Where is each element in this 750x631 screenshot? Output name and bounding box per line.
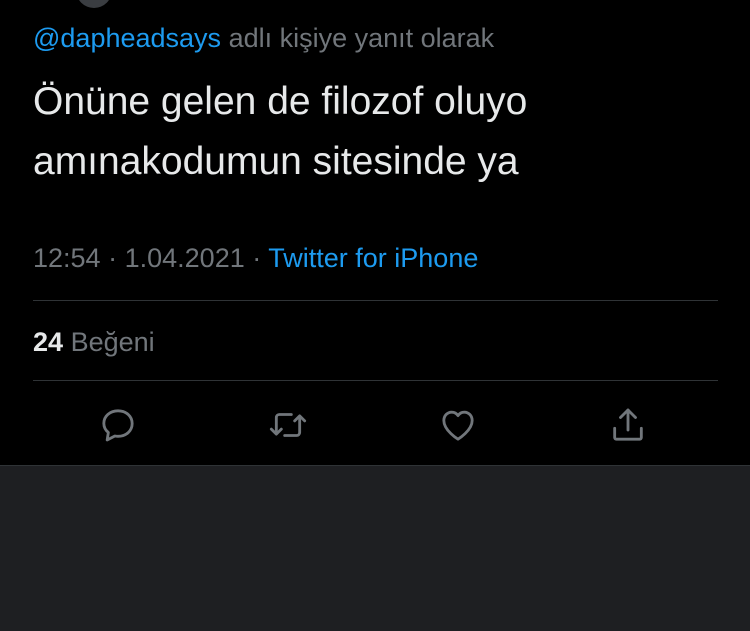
retweet-button[interactable] xyxy=(266,403,310,447)
share-button[interactable] xyxy=(606,403,650,447)
reply-context-text: adlı kişiye yanıt olarak xyxy=(228,23,495,53)
tweet-date: 1.04.2021 xyxy=(124,243,245,273)
likes-label: Beğeni xyxy=(70,327,155,357)
tweet-detail: @dapheadsays adlı kişiye yanıt olarak Ön… xyxy=(0,0,750,466)
likes-count: 24 xyxy=(33,327,64,357)
divider xyxy=(33,300,718,301)
tweet-text-line: amınakodumun sitesinde ya xyxy=(33,140,519,183)
empty-lower-area xyxy=(0,466,750,631)
reply-context: @dapheadsays adlı kişiye yanıt olarak xyxy=(33,21,494,55)
meta-separator: · xyxy=(252,243,262,273)
like-button[interactable] xyxy=(436,403,480,447)
heart-icon xyxy=(442,410,474,441)
tweet-source-link[interactable]: Twitter for iPhone xyxy=(268,243,478,273)
reply-handle-link[interactable]: @dapheadsays xyxy=(33,23,221,53)
page: @dapheadsays adlı kişiye yanıt olarak Ön… xyxy=(0,0,750,631)
share-icon xyxy=(613,408,643,441)
meta-separator: · xyxy=(108,243,118,273)
reply-button[interactable] xyxy=(96,403,140,447)
tweet-meta: 12:54 · 1.04.2021 · Twitter for iPhone xyxy=(33,240,478,276)
likes-stat[interactable]: 24 Beğeni xyxy=(33,324,155,360)
reply-icon xyxy=(102,409,134,442)
avatar[interactable] xyxy=(76,0,112,8)
action-bar xyxy=(0,400,750,450)
tweet-text: Önüne gelen de filozof oluyo amınakodumu… xyxy=(33,72,713,192)
tweet-time: 12:54 xyxy=(33,243,101,273)
divider xyxy=(33,380,718,381)
retweet-icon xyxy=(269,413,307,437)
tweet-text-line: Önüne gelen de filozof oluyo xyxy=(33,80,528,123)
